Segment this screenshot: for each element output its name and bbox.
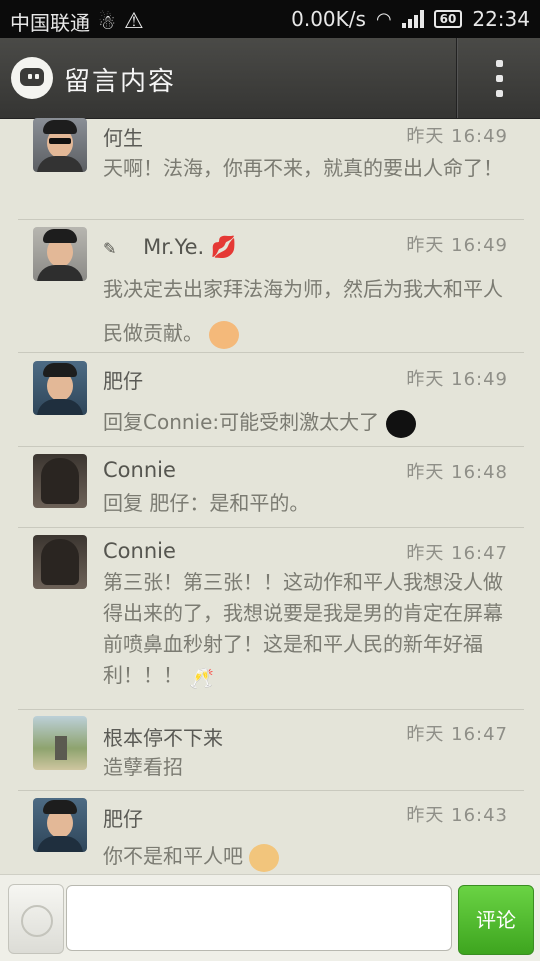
lips-emoji-icon: 💋 <box>210 235 238 259</box>
clock: 22:34 <box>472 7 530 31</box>
overflow-menu-button[interactable] <box>458 38 540 118</box>
network-speed: 0.00K/s <box>291 7 366 31</box>
pen-icon: ✎ <box>103 239 117 258</box>
comment-text: 回复Connie:可能受刺激太大了 <box>103 404 508 440</box>
comment-time: 昨天 16:47 <box>406 724 508 745</box>
wifi-icon: ◠ <box>375 8 392 30</box>
title-bar: 留言内容 <box>0 38 540 119</box>
cheers-emoji-icon: 🥂 <box>189 665 215 690</box>
carrier-label: 中国联通 <box>10 11 90 35</box>
comment-input[interactable] <box>66 885 452 951</box>
comment-author: Connie <box>103 458 176 482</box>
comment-text: 回复 肥仔：是和平的。 <box>103 491 310 515</box>
comment-author: 根本停不下来 <box>103 726 223 750</box>
comment-item[interactable]: 肥仔 昨天 16:49 回复Connie:可能受刺激太大了 <box>18 352 524 447</box>
comment-item[interactable]: ✎ Mr.Ye. 💋 昨天 16:49 我决定去出家拜法海为师，然后为我大和平人… <box>18 219 524 353</box>
comment-item[interactable]: 根本停不下来 昨天 16:47 造孽看招 <box>18 709 524 791</box>
comment-item[interactable]: Connie 昨天 16:48 回复 肥仔：是和平的。 <box>18 446 524 528</box>
status-bar: 中国联通 ☃ ⚠ 0.00K/s ◠ 60 22:34 <box>0 0 540 38</box>
comment-list[interactable]: 何生 昨天 16:49 天啊！法海，你再不来，就真的要出人命了！ ✎ Mr.Ye… <box>0 118 540 874</box>
avatar[interactable] <box>33 227 87 281</box>
comment-time: 昨天 16:49 <box>406 126 508 147</box>
comment-text: 我决定去出家拜法海为师，然后为我大和平人民做贡献。 <box>103 267 508 355</box>
comment-item[interactable]: 何生 昨天 16:49 天啊！法海，你再不来，就真的要出人命了！ <box>18 118 524 220</box>
warning-icon: ⚠ <box>123 9 144 34</box>
comment-text: 你不是和平人吧 <box>103 838 508 874</box>
comment-item[interactable]: Connie 昨天 16:47 第三张！第三张！！这动作和平人我想没人做得出来的… <box>18 527 524 710</box>
comment-input-bar: 评论 <box>0 874 540 961</box>
qq-icon: ☃ <box>98 9 116 34</box>
comment-author: ✎ Mr.Ye. 💋 <box>103 235 238 259</box>
avatar[interactable] <box>33 118 87 172</box>
signal-icon <box>401 10 424 28</box>
comment-item[interactable]: 肥仔 昨天 16:43 你不是和平人吧 <box>18 790 524 874</box>
comment-text: 第三张！第三张！！这动作和平人我想没人做得出来的了，我想说要是我是男的肯定在屏幕… <box>103 570 503 690</box>
confused-emoji-icon <box>249 843 280 872</box>
comment-text: 造孽看招 <box>103 755 183 779</box>
smiley-icon <box>21 905 53 937</box>
black-face-emoji-icon <box>385 409 416 438</box>
comment-time: 昨天 16:49 <box>406 369 508 390</box>
comment-author: 何生 <box>103 126 143 150</box>
submit-comment-button[interactable]: 评论 <box>458 885 534 955</box>
emoji-button[interactable] <box>8 884 64 954</box>
comment-text: 天啊！法海，你再不来，就真的要出人命了！ <box>103 156 503 180</box>
avatar[interactable] <box>33 454 87 508</box>
comment-author: 肥仔 <box>103 369 143 393</box>
comment-author: 肥仔 <box>103 807 143 831</box>
comment-author: Connie <box>103 539 176 563</box>
comment-time: 昨天 16:43 <box>406 805 508 826</box>
avatar[interactable] <box>33 798 87 852</box>
comment-time: 昨天 16:47 <box>406 543 508 564</box>
chat-bubble-icon[interactable] <box>11 57 53 99</box>
avatar[interactable] <box>33 535 87 589</box>
page-title: 留言内容 <box>64 67 177 97</box>
avatar[interactable] <box>33 361 87 415</box>
comment-time: 昨天 16:48 <box>406 462 508 483</box>
cry-emoji-icon <box>209 320 240 349</box>
header-divider <box>456 38 457 118</box>
battery-icon: 60 <box>433 10 463 28</box>
avatar[interactable] <box>33 716 87 770</box>
comment-time: 昨天 16:49 <box>406 235 508 256</box>
